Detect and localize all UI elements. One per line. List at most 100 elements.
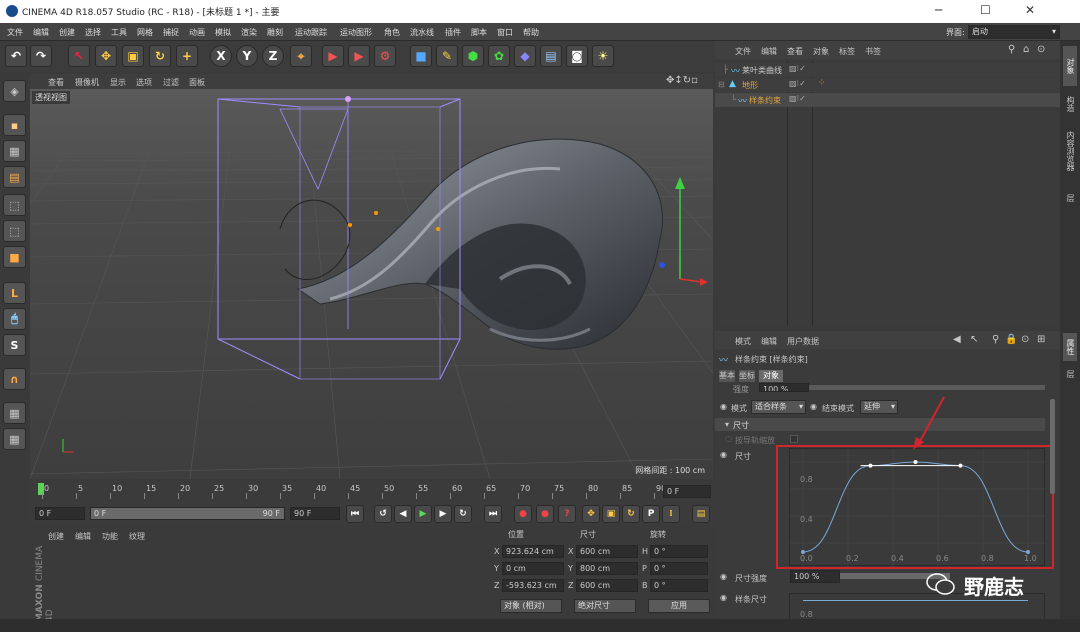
mode-dropdown[interactable]: 适合样条 ▾ (751, 400, 806, 414)
menu-script[interactable]: 脚本 (471, 27, 487, 38)
deformer-icon[interactable]: ◆ (514, 45, 536, 67)
size-strength-field[interactable]: 100 % (790, 570, 840, 583)
menu-animate[interactable]: 动画 (189, 27, 205, 38)
tag-icon[interactable]: ⁘ (818, 78, 826, 88)
visibility-icon[interactable]: ▨⁝✓ (789, 79, 806, 88)
up-arrow-icon[interactable]: ↖ (970, 334, 978, 345)
rotation-field[interactable]: 0 ° (650, 545, 708, 558)
obj-menu-bookmarks[interactable]: 书签 (865, 46, 881, 57)
attr-scrollbar[interactable] (1050, 399, 1055, 494)
tab-objects[interactable]: 对象 (1063, 46, 1077, 86)
magnet-icon[interactable]: ∩ (3, 368, 26, 390)
display-menu[interactable]: 显示 (110, 77, 126, 88)
attr-menu-userdata[interactable]: 用户数据 (787, 336, 819, 347)
tab-coord[interactable]: 坐标 (739, 370, 755, 382)
rotation-field[interactable]: 0 ° (650, 562, 708, 575)
object-name[interactable]: 莱叶类曲线 (742, 65, 782, 76)
strength-slider[interactable] (809, 385, 1045, 390)
end-mode-dropdown[interactable]: 延伸 ▾ (860, 400, 898, 414)
position-field[interactable]: -593.623 cm (502, 579, 564, 592)
go-to-start-icon[interactable]: ⏮ (346, 505, 364, 523)
object-row[interactable]: ├ 〰 莱叶类曲线 ▨⁝✓ (715, 63, 1060, 77)
camera-menu[interactable]: 摄像机 (75, 77, 99, 88)
key-scale-icon[interactable]: ▣ (602, 505, 620, 523)
object-name[interactable]: 样条约束 (749, 95, 781, 106)
obj-menu-object[interactable]: 对象 (813, 46, 829, 57)
undo-icon[interactable]: ↶ (5, 45, 27, 67)
tab-object[interactable]: 对象 (759, 370, 783, 382)
tab-layers-top[interactable]: 层 (1063, 183, 1077, 213)
texture-mode-icon[interactable]: ▦ (3, 140, 26, 162)
tab-content-browser[interactable]: 内容浏览器 (1063, 121, 1077, 181)
radio-icon[interactable]: ◉ (720, 402, 727, 411)
tab-basic[interactable]: 基本 (719, 370, 735, 382)
keyframe-selection-icon[interactable]: ? (558, 505, 576, 523)
collapse-icon[interactable]: ⊟ (718, 80, 725, 89)
key-param-icon[interactable]: P (642, 505, 660, 523)
maximize-button[interactable]: ☐ (980, 3, 991, 17)
size-mode-dropdown[interactable]: 绝对尺寸 (574, 599, 636, 613)
settings-icon[interactable]: ⊙ (1021, 334, 1029, 345)
visibility-icon[interactable]: ▨⁝✓ (789, 94, 806, 103)
close-button[interactable]: ✕ (1025, 3, 1035, 17)
move-icon[interactable]: ✥ (95, 45, 117, 67)
filter-menu[interactable]: 过滤 (163, 77, 179, 88)
axis-mode-icon[interactable]: L (3, 282, 26, 304)
planar-workplane-icon[interactable]: ▦ (3, 428, 26, 450)
next-frame-icon[interactable]: ▶ (434, 505, 452, 523)
floor-icon[interactable]: ▤ (540, 45, 562, 67)
prev-frame-icon[interactable]: ◀ (394, 505, 412, 523)
lock-icon[interactable]: 🔒 (1005, 334, 1017, 345)
obj-menu-view[interactable]: 查看 (787, 46, 803, 57)
strength-field[interactable]: 100 % (759, 383, 809, 392)
menu-simulate[interactable]: 模拟 (215, 27, 231, 38)
spline-point[interactable] (436, 227, 440, 231)
light-icon[interactable]: ☀ (592, 45, 614, 67)
frame-range-slider[interactable]: 0 F 90 F (90, 507, 285, 520)
apply-button[interactable]: 应用 (648, 599, 710, 613)
snap-icon[interactable]: S (3, 334, 26, 356)
view-menu[interactable]: 查看 (48, 77, 64, 88)
model-mode-icon[interactable]: ▪ (3, 114, 26, 136)
size-group-header[interactable]: ▾ 尺寸 (715, 418, 1045, 431)
cloner-icon[interactable]: ✿ (488, 45, 510, 67)
next-key-icon[interactable]: ↻ (454, 505, 472, 523)
object-name[interactable]: 地形 (742, 80, 758, 91)
menu-mograph[interactable]: 运动图形 (340, 27, 372, 38)
select-live-icon[interactable]: ↖ (68, 45, 90, 67)
mat-menu-function[interactable]: 功能 (102, 531, 118, 542)
object-row[interactable]: ⊟ ▲ 地形 ▨⁝✓ ⁘ (715, 78, 1060, 92)
menu-create[interactable]: 创建 (59, 27, 75, 38)
size-field[interactable]: 600 cm (576, 545, 638, 558)
position-field[interactable]: 0 cm (502, 562, 564, 575)
search-icon[interactable]: ⚲ (1008, 44, 1015, 55)
make-editable-icon[interactable]: ◈ (3, 80, 26, 102)
menu-file[interactable]: 文件 (7, 27, 23, 38)
y-axis-lock-button[interactable]: Y (236, 45, 258, 67)
coord-mode-dropdown[interactable]: 对象 (相对) (500, 599, 562, 613)
radio-icon[interactable]: ◉ (720, 593, 727, 602)
menu-window[interactable]: 窗口 (497, 27, 513, 38)
end-frame-field[interactable]: 90 F (290, 507, 340, 520)
render-view-icon[interactable]: ▶ (322, 45, 344, 67)
cube-icon[interactable]: ■ (410, 45, 432, 67)
menu-help[interactable]: 帮助 (523, 27, 539, 38)
object-row-selected[interactable]: └ 〰 样条约束 ▨⁝✓ (715, 93, 1060, 107)
redo-icon[interactable]: ↷ (30, 45, 52, 67)
last-tool-icon[interactable]: + (176, 45, 198, 67)
menu-motion-tracking[interactable]: 运动跟踪 (295, 27, 327, 38)
handle-point[interactable] (345, 96, 351, 102)
menu-mesh[interactable]: 网格 (137, 27, 153, 38)
radio-icon[interactable]: ◉ (810, 402, 817, 411)
key-rotation-icon[interactable]: ↻ (622, 505, 640, 523)
obj-menu-file[interactable]: 文件 (735, 46, 751, 57)
attr-menu-mode[interactable]: 模式 (735, 336, 751, 347)
viewport-nav-icon[interactable]: ✥↕↻▫ (666, 75, 698, 86)
menu-edit[interactable]: 编辑 (33, 27, 49, 38)
new-window-icon[interactable]: ⊙ (1037, 44, 1045, 55)
render-settings-icon[interactable]: ⚙ (374, 45, 396, 67)
tweak-mode-icon[interactable]: 🖱 (3, 308, 26, 330)
spline-point[interactable] (348, 223, 352, 227)
menu-character[interactable]: 角色 (384, 27, 400, 38)
search-icon[interactable]: ⚲ (992, 334, 999, 345)
